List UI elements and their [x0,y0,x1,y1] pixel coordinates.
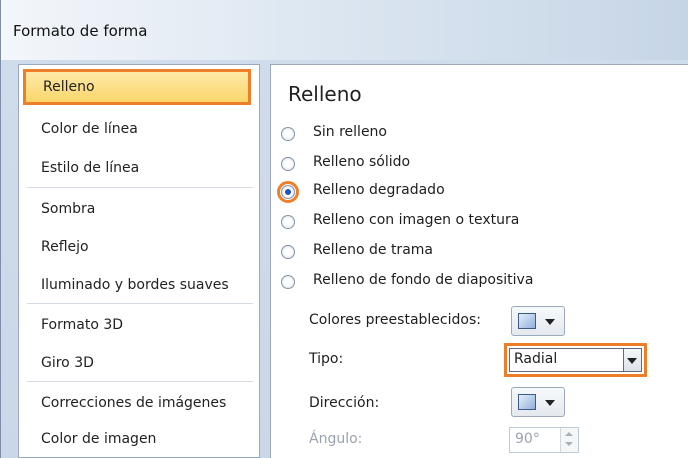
type-label: Tipo: [309,351,344,367]
sidebar-item-estilo-de-linea[interactable]: Estilo de línea [19,150,259,186]
sidebar-item-label: Color de línea [41,121,138,137]
radio-icon[interactable] [281,157,295,171]
radio-label: Relleno de fondo de diapositiva [313,272,534,288]
type-select-highlight: Radial [504,343,647,377]
sidebar-item-label: Sombra [41,201,96,217]
fill-panel: Relleno Sin relleno Relleno sólido Relle… [270,64,688,458]
angle-label: Ángulo: [309,431,363,447]
type-select-value: Radial [514,351,558,367]
sidebar-item-color-de-linea[interactable]: Color de línea [19,111,259,147]
sidebar-item-label: Iluminado y bordes suaves [41,277,229,293]
dialog-title: Formato de forma [13,22,148,40]
direction-button[interactable] [511,387,565,417]
sidebar-item-label: Formato 3D [41,317,124,333]
sidebar-item-label: Reflejo [41,239,89,255]
title-bar: Formato de forma [1,0,688,60]
radio-icon[interactable] [281,245,295,259]
chevron-down-icon [627,358,637,364]
sidebar-item-relleno[interactable]: Relleno [23,69,251,105]
category-sidebar: Relleno Color de línea Estilo de línea S… [18,64,260,458]
radio-icon[interactable] [281,275,295,289]
angle-spinner[interactable]: 90° [509,427,579,453]
preset-colors-label: Colores preestablecidos: [309,312,481,328]
radio-selected-icon[interactable] [281,185,295,199]
sidebar-item-label: Color de imagen [41,431,157,447]
radio-label: Relleno con imagen o textura [313,212,520,228]
angle-value: 90° [515,431,540,447]
sidebar-item-color-de-imagen[interactable]: Color de imagen [19,421,259,457]
sidebar-item-label: Estilo de línea [41,160,140,176]
radio-label: Relleno sólido [313,154,411,170]
radio-label: Relleno degradado [313,182,445,198]
panel-title: Relleno [288,82,362,106]
radio-label: Relleno de trama [313,242,433,258]
sidebar-item-label: Relleno [43,79,95,95]
arrow-up-icon[interactable] [565,432,573,436]
sidebar-separator [27,187,253,188]
dropdown-button[interactable] [623,349,641,371]
sidebar-item-sombra[interactable]: Sombra [19,191,259,227]
preset-colors-button[interactable] [511,306,565,336]
direction-swatch-icon [518,394,536,410]
sidebar-item-iluminado[interactable]: Iluminado y bordes suaves [19,267,259,303]
radio-icon[interactable] [281,215,295,229]
sidebar-separator [27,303,253,304]
sidebar-item-label: Giro 3D [41,355,94,371]
format-shape-dialog: Formato de forma Relleno Color de línea … [0,0,688,458]
sidebar-item-reflejo[interactable]: Reflejo [19,229,259,265]
sidebar-separator [27,381,253,382]
arrow-down-icon[interactable] [565,442,573,446]
radio-icon[interactable] [281,127,295,141]
sidebar-item-formato-3d[interactable]: Formato 3D [19,307,259,343]
sidebar-item-giro-3d[interactable]: Giro 3D [19,345,259,381]
sidebar-item-correcciones[interactable]: Correcciones de imágenes [19,385,259,421]
chevron-down-icon [545,400,555,406]
type-select[interactable]: Radial [509,348,642,372]
color-swatch-icon [518,313,536,329]
direction-label: Dirección: [309,395,380,411]
chevron-down-icon [545,319,555,325]
sidebar-item-label: Correcciones de imágenes [41,395,227,411]
spinner-arrows[interactable] [560,428,578,452]
radio-label: Sin relleno [313,124,387,140]
